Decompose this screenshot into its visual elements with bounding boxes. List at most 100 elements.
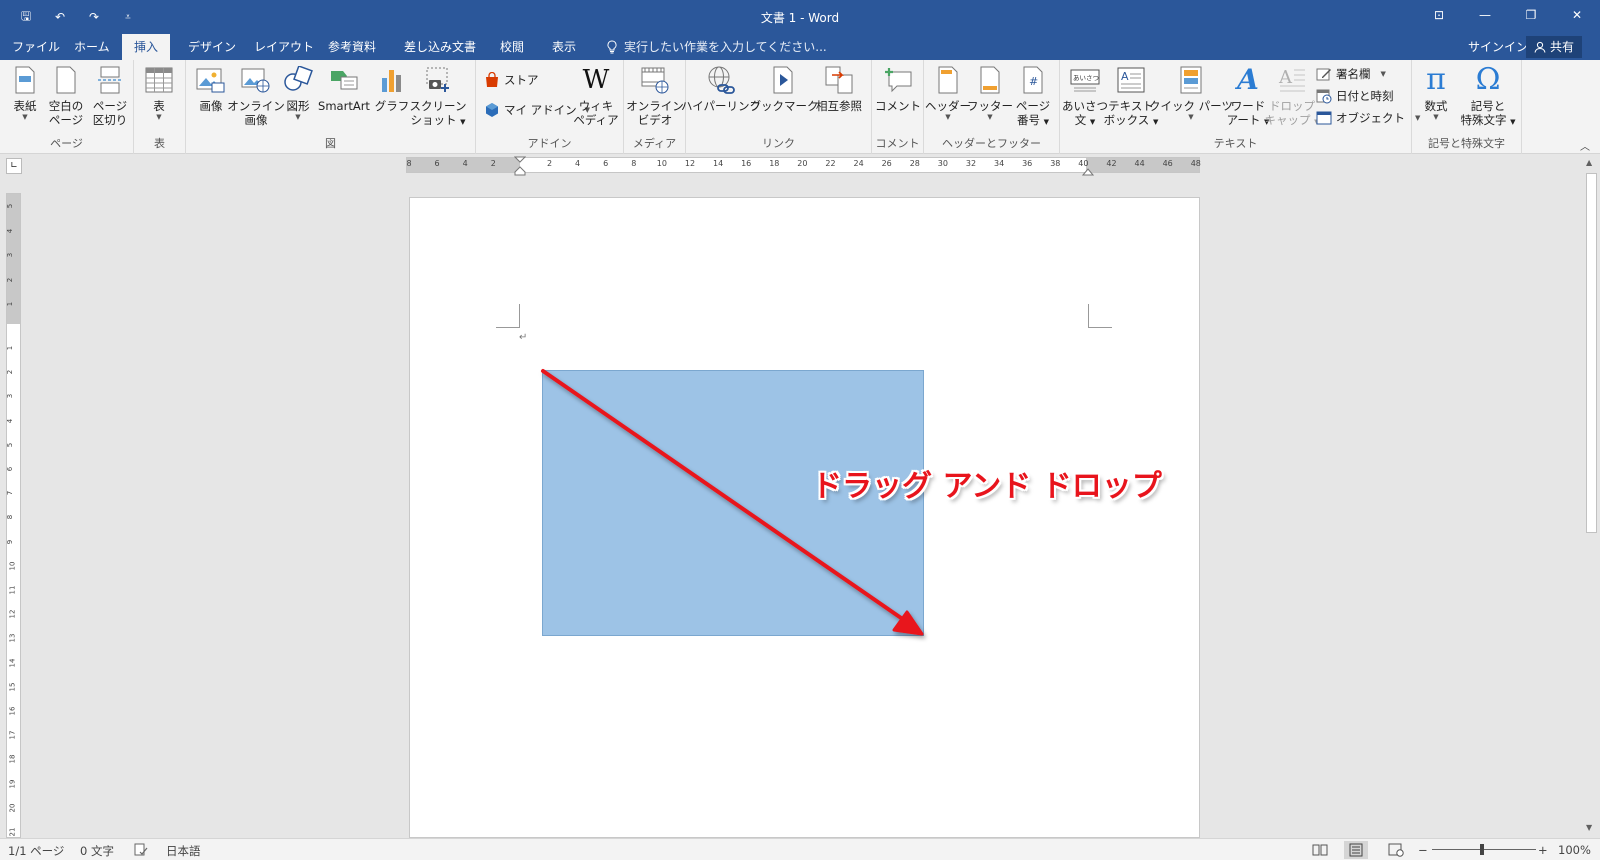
store-button[interactable]: ストア [484, 72, 539, 88]
minimize-button[interactable]: — [1462, 0, 1508, 30]
wikipedia-button[interactable]: W ウィキ ペディア [573, 64, 619, 127]
page-count[interactable]: 1/1 ページ [8, 843, 64, 859]
comment-button[interactable]: コメント [875, 64, 921, 113]
ruler-tick-label: 6 [603, 159, 609, 168]
tab-insert[interactable]: 挿入 [122, 34, 171, 60]
tab-layout[interactable]: レイアウト [242, 34, 326, 60]
vertical-scrollbar[interactable]: ▲ ▼ [1583, 155, 1600, 838]
zoom-slider-track[interactable] [1432, 849, 1536, 850]
tab-references[interactable]: 参考資料 [316, 34, 388, 60]
hyperlink-button[interactable]: ハイパーリンク [681, 64, 761, 113]
close-button[interactable]: ✕ [1554, 0, 1600, 30]
tab-review[interactable]: 校閲 [488, 34, 536, 60]
wikipedia-label-2: ペディア [573, 113, 619, 127]
blank-page-button[interactable]: 空白の ページ [46, 64, 86, 127]
greeting-button[interactable]: あいさつ あいさつ 文 ▼ [1062, 64, 1108, 129]
object-icon [1316, 110, 1332, 126]
drop-cap-icon: A [1276, 64, 1308, 96]
equation-button[interactable]: π 数式 ▼ [1418, 64, 1454, 122]
proofing-icon[interactable] [134, 843, 148, 860]
cross-reference-icon [823, 64, 855, 96]
bookmark-icon [768, 64, 800, 96]
chart-button[interactable]: グラフ [375, 64, 409, 113]
my-addins-label: マイ アドイン [504, 103, 577, 117]
online-video-label-2: ビデオ [637, 113, 673, 127]
header-button[interactable]: ヘッダー ▼ [925, 64, 971, 121]
collapse-ribbon-icon[interactable]: ︿ [1580, 138, 1590, 153]
vertical-ruler[interactable]: 5 4 3 2 1 1 2 3 4 5 6 7 8 9 10 11 12 13 14 15 16 17 18 19 20 21 [6, 193, 21, 838]
vertical-ruler-tick-label: 17 [8, 730, 17, 740]
store-label: ストア [504, 73, 539, 87]
svg-text:A: A [1121, 70, 1129, 83]
ribbon-display-options-icon[interactable]: ⊡ [1416, 0, 1462, 30]
zoom-out-button[interactable]: − [1418, 843, 1428, 857]
group-comments-label: コメント [875, 137, 920, 150]
language-indicator[interactable]: 日本語 [166, 843, 201, 859]
word-count[interactable]: 0 文字 [80, 843, 114, 859]
pictures-button[interactable]: 画像 [194, 64, 228, 113]
scroll-down-icon[interactable]: ▼ [1586, 823, 1592, 832]
date-time-button[interactable]: 日付と時刻 [1316, 88, 1394, 104]
tab-view[interactable]: 表示 [540, 34, 588, 60]
share-button[interactable]: 共有 [1526, 36, 1583, 58]
drop-cap-button[interactable]: A ドロップ キャップ ▼ [1264, 64, 1319, 129]
online-pictures-button[interactable]: オンライン 画像 [227, 64, 285, 127]
tab-mailings[interactable]: 差し込み文書 [392, 34, 488, 60]
dropdown-arrow-icon: ▼ [945, 113, 951, 121]
print-layout-icon[interactable] [1344, 841, 1368, 859]
page-break-icon [94, 64, 126, 96]
read-mode-icon[interactable] [1312, 843, 1328, 860]
ruler-tick-label: 12 [684, 159, 696, 168]
ruler-tick-label: 34 [994, 159, 1005, 168]
text-box-button[interactable]: A テキスト ボックス ▼ [1104, 64, 1158, 129]
shapes-button[interactable]: 図形 ▼ [282, 64, 314, 121]
bookmark-button[interactable]: ブックマーク [750, 64, 819, 113]
tab-stop-selector[interactable]: ∟ [6, 158, 22, 174]
sign-in-link[interactable]: サインイン [1468, 34, 1528, 60]
online-video-button[interactable]: オンライン ビデオ [626, 64, 684, 127]
signature-line-button[interactable]: 署名欄 ▼ [1316, 66, 1386, 82]
share-label: 共有 [1550, 40, 1575, 54]
object-button[interactable]: オブジェクト ▼ [1316, 110, 1420, 126]
tab-home[interactable]: ホーム [62, 34, 122, 60]
shapes-label: 図形 [286, 99, 310, 113]
cross-reference-button[interactable]: 相互参照 [814, 64, 864, 113]
zoom-slider-thumb[interactable] [1480, 844, 1484, 855]
group-links-label: リンク [762, 137, 795, 150]
quick-parts-button[interactable]: クイック パーツ ▼ [1149, 64, 1233, 121]
zoom-in-button[interactable]: + [1538, 843, 1548, 857]
new-comment-icon [882, 64, 914, 96]
vertical-ruler-tick-label: 9 [6, 539, 15, 544]
ruler-tick-label: 6 [434, 159, 440, 168]
ruler-tick-label: 4 [575, 159, 581, 168]
header-icon [932, 64, 964, 96]
paragraph-mark: ↵ [519, 332, 528, 343]
indent-marker-icon[interactable] [514, 156, 526, 176]
document-page[interactable]: ↵ ドラッグ アンド ドロップ [409, 197, 1200, 838]
restore-button[interactable]: ❐ [1508, 0, 1554, 30]
dropdown-arrow-icon: ▼ [1433, 113, 1439, 121]
right-indent-marker-icon[interactable] [1082, 166, 1094, 176]
horizontal-ruler[interactable]: 8 6 4 2 2 4 6 8 10 12 14 16 18 20 22 24 26 28 30 32 34 36 38 40… [406, 156, 1201, 176]
tell-me-search[interactable]: 実行したい作業を入力してください... [606, 34, 827, 60]
vertical-ruler-tick-label: 2 [6, 369, 15, 375]
page-break-button[interactable]: ページ 区切り [90, 64, 130, 127]
table-button[interactable]: 表 ▼ [142, 64, 176, 121]
web-layout-icon[interactable] [1388, 843, 1404, 860]
wikipedia-icon: W [582, 65, 610, 95]
screenshot-button[interactable]: スクリーン ショット ▼ [410, 64, 466, 129]
scroll-up-icon[interactable]: ▲ [1586, 158, 1592, 167]
zoom-level[interactable]: 100% [1558, 843, 1591, 857]
equation-label: 数式 [1424, 99, 1448, 113]
symbol-button[interactable]: Ω 記号と 特殊文字 ▼ [1458, 64, 1518, 129]
wordart-button[interactable]: A ワード アート ▼ [1227, 64, 1270, 129]
scroll-thumb[interactable] [1586, 173, 1597, 533]
ruler-tick-label: 28 [909, 159, 920, 168]
cover-page-button[interactable]: 表紙 ▼ [8, 64, 42, 121]
page-number-button[interactable]: # ページ 番号 ▼ [1012, 64, 1054, 129]
smartart-button[interactable]: SmartArt [316, 64, 372, 113]
footer-button[interactable]: フッター ▼ [967, 64, 1013, 121]
ribbon-insert: 表紙 ▼ 空白の ページ ページ 区切り ページ 表 ▼ 表 画像 オンライン … [0, 60, 1600, 154]
tab-design[interactable]: デザイン [176, 34, 248, 60]
vertical-ruler-tick-label: 15 [8, 682, 17, 692]
